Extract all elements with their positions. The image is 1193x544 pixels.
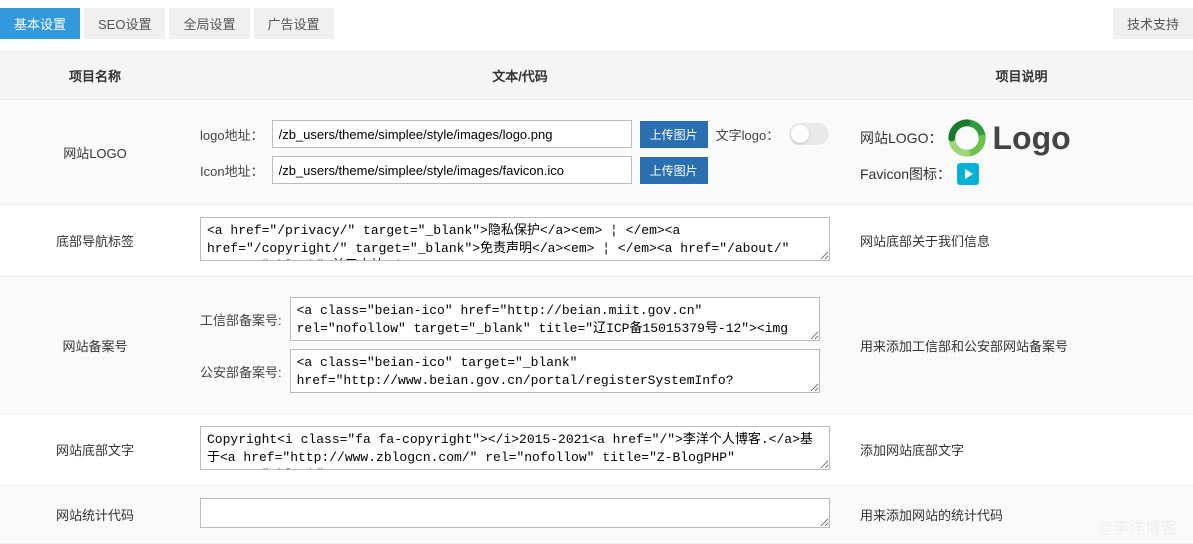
desc-logo-label: 网站LOGO： xyxy=(860,128,942,148)
tab-ads[interactable]: 广告设置 xyxy=(254,8,334,39)
tab-support[interactable]: 技术支持 xyxy=(1113,8,1193,39)
row-footer-nav: 底部导航标签 网站底部关于我们信息 xyxy=(0,205,1193,277)
icon-url-label: Icon地址： xyxy=(200,161,264,180)
tab-global[interactable]: 全局设置 xyxy=(169,8,249,39)
row-logo: 网站LOGO logo地址： 上传图片 文字logo： Icon地址： 上传图片 xyxy=(0,100,1193,205)
miit-label: 工信部备案号: xyxy=(200,310,282,329)
icon-upload-button[interactable]: 上传图片 xyxy=(640,157,708,184)
footer-nav-textarea[interactable] xyxy=(200,217,830,261)
header-desc: 项目说明 xyxy=(850,52,1193,100)
logo-icon xyxy=(948,119,986,157)
row-stats-name: 网站统计代码 xyxy=(0,486,190,544)
icon-url-input[interactable] xyxy=(272,156,632,184)
footer-text-textarea[interactable] xyxy=(200,426,830,470)
tab-basic[interactable]: 基本设置 xyxy=(0,8,80,39)
tabs-bar: 基本设置 SEO设置 全局设置 广告设置 技术支持 xyxy=(0,0,1193,51)
stats-textarea[interactable] xyxy=(200,498,830,528)
miit-textarea[interactable] xyxy=(290,297,820,341)
logo-url-input[interactable] xyxy=(272,120,632,148)
settings-table: 项目名称 文本/代码 项目说明 网站LOGO logo地址： 上传图片 文字lo… xyxy=(0,51,1193,544)
favicon-preview-icon xyxy=(957,163,979,185)
header-code: 文本/代码 xyxy=(190,52,850,100)
row-footer-nav-desc: 网站底部关于我们信息 xyxy=(850,205,1193,277)
logo-url-label: logo地址： xyxy=(200,125,264,144)
logo-upload-button[interactable]: 上传图片 xyxy=(640,121,708,148)
gongan-label: 公安部备案号: xyxy=(200,362,282,381)
gongan-textarea[interactable] xyxy=(290,349,820,393)
tabs-left-group: 基本设置 SEO设置 全局设置 广告设置 xyxy=(0,8,338,39)
row-stats-desc: 用来添加网站的统计代码 xyxy=(850,486,1193,544)
row-footer-text-name: 网站底部文字 xyxy=(0,414,190,486)
row-footer-text: 网站底部文字 添加网站底部文字 xyxy=(0,414,1193,486)
row-stats: 网站统计代码 用来添加网站的统计代码 xyxy=(0,486,1193,544)
text-logo-label: 文字logo： xyxy=(716,125,780,144)
desc-favicon-label: Favicon图标： xyxy=(860,164,951,184)
row-beian-desc: 用来添加工信部和公安部网站备案号 xyxy=(850,277,1193,414)
row-beian: 网站备案号 工信部备案号: 公安部备案号: 用来添加工信部和公安部网站备案号 xyxy=(0,277,1193,414)
header-name: 项目名称 xyxy=(0,52,190,100)
logo-preview-text: Logo xyxy=(992,120,1070,157)
row-logo-name: 网站LOGO xyxy=(0,100,190,205)
row-beian-name: 网站备案号 xyxy=(0,277,190,414)
row-footer-nav-name: 底部导航标签 xyxy=(0,205,190,277)
tab-seo[interactable]: SEO设置 xyxy=(84,8,165,39)
text-logo-toggle[interactable] xyxy=(789,123,829,145)
row-footer-text-desc: 添加网站底部文字 xyxy=(850,414,1193,486)
